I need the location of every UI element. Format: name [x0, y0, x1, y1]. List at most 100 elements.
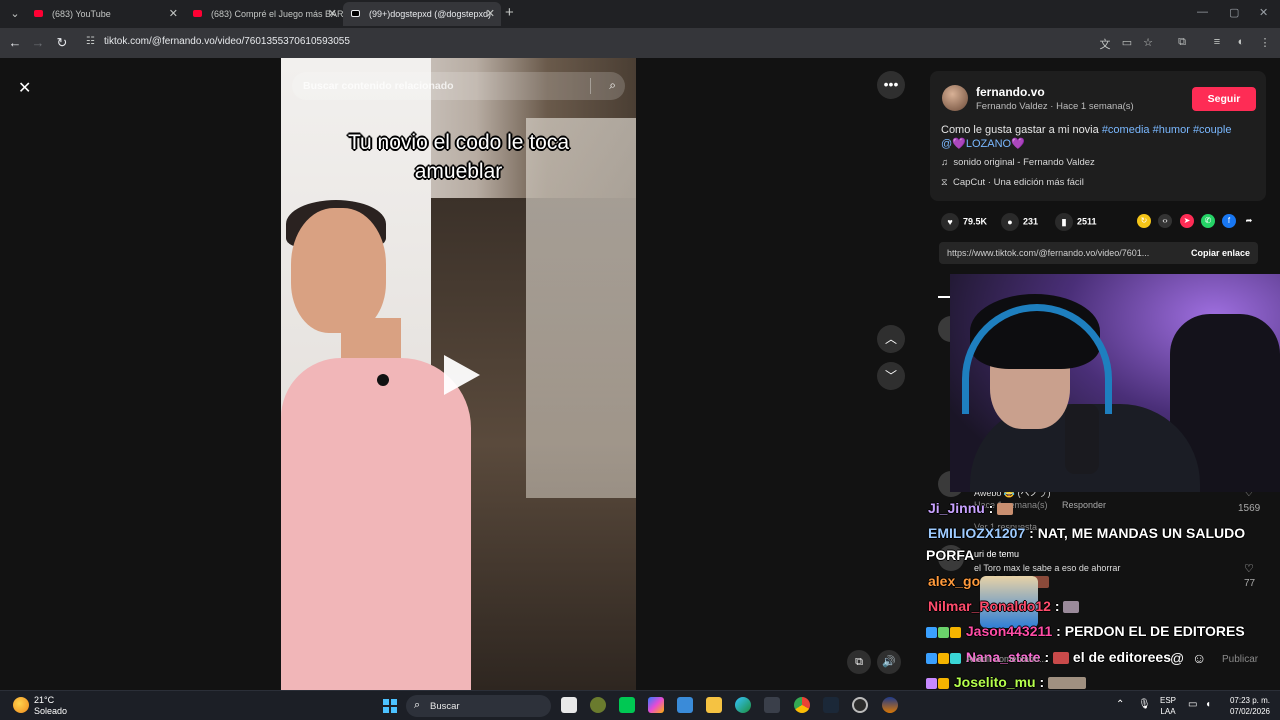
embed-icon[interactable]: ‹›	[1158, 214, 1172, 228]
file-explorer-icon[interactable]	[706, 697, 722, 713]
floating-player-icon[interactable]: ⧉	[847, 650, 871, 674]
bookmark-star-icon[interactable]: ☆	[1141, 36, 1155, 49]
facebook-icon[interactable]: f	[1222, 214, 1236, 228]
game-icon[interactable]	[882, 697, 898, 713]
volume-icon[interactable]: 🔊	[877, 650, 901, 674]
play-icon[interactable]	[444, 355, 480, 395]
author-meta: Fernando Valdez · Hace 1 semana(s)	[976, 101, 1134, 112]
chat-badge	[938, 652, 949, 664]
like-button[interactable]: ♥ 79.5K	[941, 213, 987, 231]
repost-icon[interactable]: ↻	[1137, 214, 1151, 228]
comment-input[interactable]: Añadir comentario... @ ☺	[958, 646, 1220, 672]
close-icon[interactable]: ✕	[328, 2, 337, 26]
weather-widget[interactable]: 21°C Soleado	[34, 695, 67, 717]
address-bar[interactable]: ☷ tiktok.com/@fernando.vo/video/76013553…	[80, 31, 1130, 55]
tab-title: (683) Compré el Juego más BAR	[211, 9, 343, 19]
close-icon[interactable]: ✕	[169, 2, 178, 26]
close-viewer-icon[interactable]: ✕	[18, 78, 31, 98]
save-button[interactable]: ▮ 2511	[1055, 213, 1097, 231]
green-app-icon[interactable]	[619, 697, 635, 713]
obs-icon[interactable]	[852, 697, 868, 713]
tab-youtube[interactable]: (683) YouTube ✕	[26, 2, 184, 26]
mention-link[interactable]: @💜LOZANO💜	[941, 138, 1025, 150]
microphone-icon[interactable]: 🎙	[1138, 699, 1151, 710]
author-username[interactable]: fernando.vo	[976, 85, 1045, 99]
video-player[interactable]: Buscar contenido relacionado ⌕ Tu novio …	[281, 58, 636, 690]
chrome-icon[interactable]	[794, 697, 810, 713]
comment-like-icon[interactable]: ♡	[1244, 562, 1254, 575]
chat-emote	[997, 503, 1014, 516]
capcut-link[interactable]: ⧖ CapCut · Una edición más fácil	[941, 177, 1084, 188]
previous-video-button[interactable]: ︿	[877, 325, 905, 353]
chat-badge	[950, 626, 961, 638]
url-text: tiktok.com/@fernando.vo/video/7601355370…	[104, 36, 350, 47]
share-link-box: https://www.tiktok.com/@fernando.vo/vide…	[939, 242, 1258, 264]
next-video-button[interactable]: ﹀	[877, 362, 905, 390]
chat-emote	[1048, 677, 1087, 690]
chat-message: Joselito_mu :	[926, 674, 1087, 690]
network-icon[interactable]: ▭	[1188, 699, 1197, 710]
whatsapp-icon[interactable]: ✆	[1201, 214, 1215, 228]
new-tab-button[interactable]: +	[505, 4, 514, 21]
minimize-icon[interactable]: —	[1197, 6, 1208, 18]
more-options-button[interactable]: •••	[877, 71, 905, 99]
share-url: https://www.tiktok.com/@fernando.vo/vide…	[947, 248, 1150, 258]
chat-badge	[938, 626, 949, 638]
tab-search-icon[interactable]: ⌄	[6, 5, 24, 23]
comment-button[interactable]: ● 231	[1001, 213, 1038, 231]
video-caption: Tu novio el codo le toca amueblar	[347, 131, 570, 183]
edge-icon[interactable]	[735, 697, 751, 713]
extensions-icon[interactable]: ⧉	[1175, 36, 1189, 49]
clock[interactable]: 07:23 p. m. 07/02/2026	[1224, 695, 1270, 717]
menu-kebab-icon[interactable]: ⋮	[1258, 36, 1272, 49]
hashtag-link[interactable]: #couple	[1193, 124, 1232, 136]
back-button[interactable]: ←	[6, 34, 24, 52]
terminal-icon[interactable]	[764, 697, 780, 713]
maximize-icon[interactable]: ▢	[1229, 6, 1239, 19]
mention-icon[interactable]: @	[1170, 650, 1184, 666]
task-view-icon[interactable]	[561, 697, 577, 713]
emoji-icon[interactable]: ☺	[1192, 650, 1206, 666]
avatar[interactable]	[942, 85, 968, 111]
store-icon[interactable]	[677, 697, 693, 713]
search-icon[interactable]: ⌕	[609, 78, 616, 93]
start-menu-icon[interactable]	[383, 699, 397, 713]
chat-message: Ji_Jinnu :	[928, 500, 1014, 516]
follow-button[interactable]: Seguir	[1192, 87, 1256, 111]
forward-button[interactable]: →	[29, 34, 47, 52]
tab-youtube-video[interactable]: (683) Compré el Juego más BAR ✕	[185, 2, 343, 26]
steam-icon[interactable]	[823, 697, 839, 713]
taskbar-search[interactable]: ⌕ Buscar	[406, 695, 551, 717]
media-controls-icon[interactable]: ≡	[1210, 36, 1224, 48]
related-search-input[interactable]: Buscar contenido relacionado ⌕	[292, 72, 625, 100]
cast-icon[interactable]: ▭	[1120, 36, 1134, 49]
close-window-icon[interactable]: ✕	[1259, 6, 1268, 19]
reload-button[interactable]: ↻	[53, 34, 71, 52]
profile-avatar-icon[interactable]: ◐	[1234, 36, 1248, 48]
comment-username[interactable]: uri de temu	[974, 549, 1019, 559]
music-link[interactable]: ♫ sonido original - Fernando Valdez	[941, 157, 1095, 168]
hashtag-link[interactable]: #humor	[1153, 124, 1190, 136]
translate-icon[interactable]: 文	[1098, 36, 1112, 52]
share-arrow-icon[interactable]: ➦	[1242, 214, 1256, 228]
copy-link-button[interactable]: Copiar enlace	[1191, 248, 1250, 258]
speaker-icon[interactable]: ◖	[1205, 699, 1211, 710]
language-indicator[interactable]: ESP LAA	[1160, 695, 1176, 717]
windows-taskbar: 21°C Soleado ⌕ Buscar ⌃ 🎙 ESP LAA ▭ ◖ 07…	[0, 690, 1280, 720]
publish-button[interactable]: Publicar	[1222, 654, 1258, 665]
copilot-icon[interactable]	[648, 697, 664, 713]
site-info-icon[interactable]: ☷	[86, 36, 95, 47]
close-icon[interactable]: ✕	[486, 2, 495, 26]
heart-icon: ♥	[941, 213, 959, 231]
comment-like-count: 1569	[1238, 503, 1261, 514]
bookmark-icon: ▮	[1055, 213, 1073, 231]
weather-icon[interactable]	[13, 697, 29, 713]
tab-title: (683) YouTube	[52, 9, 111, 19]
send-icon[interactable]: ➤	[1180, 214, 1194, 228]
xbox-icon[interactable]	[590, 697, 606, 713]
reply-button[interactable]: Responder	[1062, 500, 1106, 510]
streamer-webcam	[950, 274, 1280, 492]
tab-tiktok[interactable]: (99+)dogstepxd (@dogstepxd) ✕	[343, 2, 501, 26]
tray-overflow-icon[interactable]: ⌃	[1116, 699, 1124, 710]
hashtag-link[interactable]: #comedia	[1102, 124, 1150, 136]
